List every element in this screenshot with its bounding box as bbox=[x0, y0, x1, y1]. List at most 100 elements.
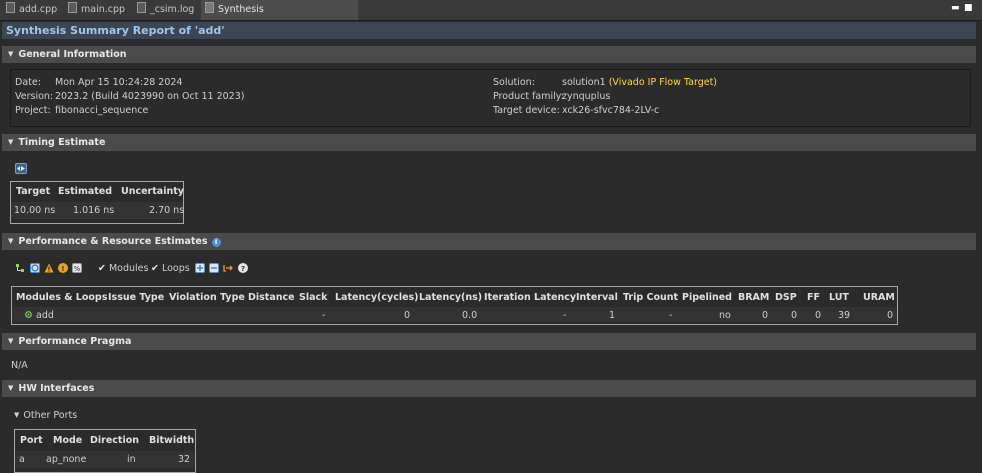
column-header: Trip Count bbox=[623, 292, 679, 303]
date-label: Date: bbox=[15, 77, 41, 88]
column-header: Port bbox=[20, 435, 43, 446]
info-icon[interactable]: i bbox=[211, 238, 221, 247]
tab-synthesis-summary[interactable]: Synthesis Summary(solution1)✕ bbox=[201, 0, 358, 35]
report-icon bbox=[205, 2, 214, 13]
column-header: Latency(cycles) bbox=[335, 292, 419, 303]
section-timing-estimate[interactable]: ▼ Timing Estimate bbox=[2, 134, 976, 151]
family-value: zynquplus bbox=[562, 91, 611, 102]
help-icon[interactable]: ? bbox=[238, 263, 248, 273]
section-general-information[interactable]: ▼ General Information bbox=[2, 46, 976, 63]
collapse-icon[interactable]: ▼ bbox=[8, 380, 13, 397]
file-icon bbox=[68, 2, 77, 13]
export-icon[interactable] bbox=[223, 263, 233, 273]
guidance-icon[interactable]: ! bbox=[58, 263, 68, 273]
svg-text:%: % bbox=[74, 265, 81, 272]
project-value: fibonacci_sequence bbox=[55, 105, 149, 116]
trip-count-cell: - bbox=[669, 310, 673, 321]
solution-flow-target: (Vivado IP Flow Target) bbox=[608, 77, 717, 88]
column-header: Pipelined bbox=[682, 292, 732, 303]
pipelined-cell: no bbox=[719, 310, 731, 321]
column-header: Violation Type bbox=[169, 292, 245, 303]
hierarchy-icon[interactable] bbox=[15, 263, 25, 273]
tab-add-cpp[interactable]: add.cpp bbox=[4, 0, 62, 20]
file-icon bbox=[6, 2, 15, 13]
dsp-cell: 0 bbox=[791, 310, 798, 321]
module-cell[interactable]: add bbox=[25, 310, 54, 321]
other-ports-toggle[interactable]: ▼ Other Ports bbox=[14, 410, 77, 421]
expand-all-icon[interactable] bbox=[195, 263, 205, 273]
column-header: LUT bbox=[829, 292, 849, 303]
target-cell: 10.00 ns bbox=[14, 205, 56, 216]
loops-toggle[interactable]: ✔ Loops bbox=[151, 263, 190, 274]
collapse-icon[interactable]: ▼ bbox=[8, 134, 13, 151]
editor-tab-bar: add.cpp main.cpp _csim.log Synthesis Sum… bbox=[0, 0, 982, 35]
table-row bbox=[15, 451, 195, 468]
solution-label: Solution: bbox=[493, 77, 535, 88]
bitwidth-cell: 32 bbox=[178, 454, 191, 465]
slack-cell: - bbox=[322, 310, 326, 321]
solution-value: solution1 (Vivado IP Flow Target) bbox=[562, 77, 717, 88]
ports-table: Port Mode Direction Bitwidth a ap_none i… bbox=[14, 429, 196, 473]
direction-cell: in bbox=[127, 454, 136, 465]
estimated-cell: 1.016 ns bbox=[73, 205, 115, 216]
column-header: Slack bbox=[299, 292, 328, 303]
column-header: Mode bbox=[53, 435, 83, 446]
report-title: Synthesis Summary Report of 'add' bbox=[2, 22, 976, 39]
column-header: Direction bbox=[90, 435, 139, 446]
latency-ns-cell: 0.0 bbox=[462, 310, 478, 321]
column-header: Issue Type bbox=[108, 292, 165, 303]
section-hw-interfaces[interactable]: ▼ HW Interfaces bbox=[2, 380, 976, 397]
tab-main-cpp[interactable]: main.cpp bbox=[66, 0, 128, 20]
device-value: xck26-sfvc784-2LV-c bbox=[562, 105, 660, 116]
module-status-icon bbox=[25, 311, 32, 318]
column-header: FF bbox=[807, 292, 820, 303]
modules-toggle[interactable]: ✔ Modules bbox=[98, 263, 148, 274]
collapse-icon[interactable]: ▼ bbox=[8, 333, 13, 350]
svg-text:?: ? bbox=[241, 265, 245, 273]
percent-icon[interactable]: % bbox=[72, 263, 82, 273]
column-header: Estimated bbox=[58, 186, 113, 197]
section-performance-pragma[interactable]: ▼ Performance Pragma bbox=[2, 333, 976, 350]
column-header: Interval bbox=[576, 292, 618, 303]
column-header: Target bbox=[16, 186, 51, 197]
uram-cell: 0 bbox=[887, 310, 894, 321]
interval-cell: 1 bbox=[609, 310, 616, 321]
collapse-icon: ▼ bbox=[14, 411, 20, 419]
column-header: Iteration Latency bbox=[484, 292, 577, 303]
checkmark-icon: ✔ bbox=[98, 263, 106, 274]
date-value: Mon Apr 15 10:24:28 2024 bbox=[55, 77, 183, 88]
checkmark-icon: ✔ bbox=[151, 263, 159, 274]
column-header: Uncertainty bbox=[121, 186, 184, 197]
schedule-viewer-icon[interactable] bbox=[30, 263, 40, 273]
collapse-icon[interactable]: ▼ bbox=[8, 46, 13, 63]
maximize-icon[interactable]: ■ bbox=[964, 4, 973, 13]
uncertainty-cell: 2.70 ns bbox=[149, 205, 185, 216]
ff-cell: 0 bbox=[815, 310, 822, 321]
warning-icon[interactable] bbox=[44, 263, 54, 273]
port-cell: a bbox=[19, 454, 25, 465]
performance-table: Modules & Loops Issue Type Violation Typ… bbox=[11, 286, 898, 325]
timing-paths-icon[interactable] bbox=[15, 163, 27, 174]
section-performance-estimates[interactable]: ▼ Performance & Resource Estimates i bbox=[2, 233, 976, 250]
version-value: 2023.2 (Build 4023990 on Oct 11 2023) bbox=[55, 91, 245, 102]
column-header: Bitwidth bbox=[149, 435, 195, 446]
column-header: DSP bbox=[775, 292, 797, 303]
svg-text:!: ! bbox=[61, 265, 64, 273]
column-header: Modules & Loops bbox=[16, 292, 108, 303]
column-header: BRAM bbox=[738, 292, 770, 303]
collapse-all-icon[interactable] bbox=[209, 263, 219, 273]
family-label: Product family: bbox=[493, 91, 564, 102]
minimize-icon[interactable]: ▬ bbox=[951, 4, 960, 13]
collapse-icon[interactable]: ▼ bbox=[8, 233, 13, 250]
mode-cell: ap_none bbox=[46, 454, 87, 465]
bram-cell: 0 bbox=[762, 310, 769, 321]
timing-table: Target Estimated Uncertainty 10.00 ns 1.… bbox=[10, 181, 184, 224]
file-icon bbox=[137, 2, 146, 13]
latency-cycles-cell: 0 bbox=[404, 310, 411, 321]
column-header: URAM bbox=[863, 292, 895, 303]
pragma-value: N/A bbox=[11, 360, 28, 371]
column-header: Latency(ns) bbox=[419, 292, 483, 303]
iteration-latency-cell: - bbox=[563, 310, 567, 321]
column-header: Distance bbox=[248, 292, 295, 303]
tab-csim-log[interactable]: _csim.log bbox=[135, 0, 197, 20]
